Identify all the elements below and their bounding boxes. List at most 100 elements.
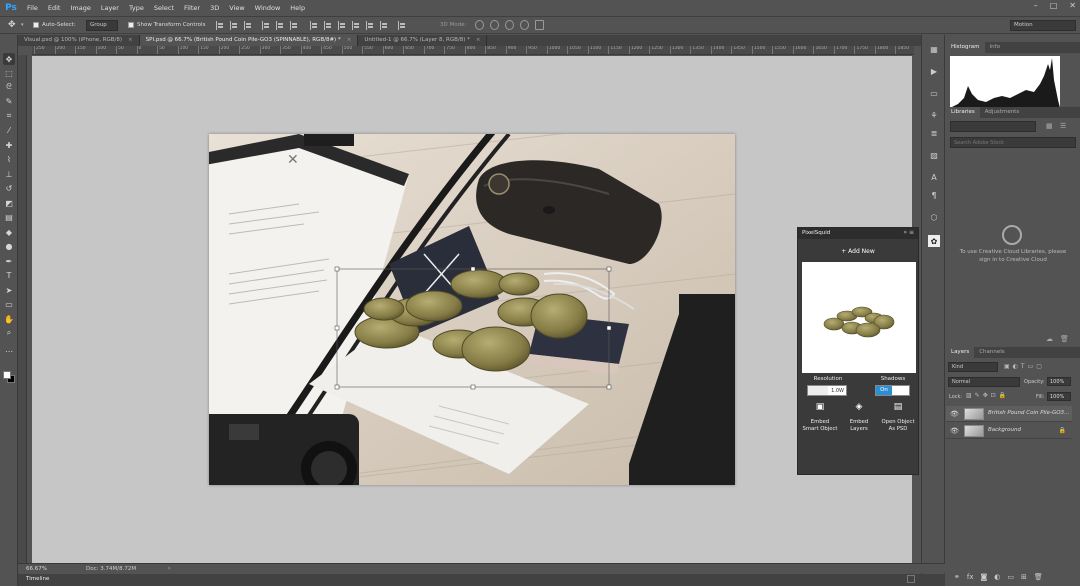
crop-tool-icon[interactable]: ⌗ (3, 110, 15, 122)
new-group-icon[interactable]: ▭ (1007, 573, 1014, 581)
delete-icon[interactable]: 🗑 (1060, 335, 1069, 343)
layer-filter-kind-dropdown[interactable]: Kind (948, 362, 998, 372)
embed-layers-button[interactable]: ◈ Embed Layers (841, 403, 877, 432)
shadows-toggle[interactable]: On (875, 385, 910, 396)
close-icon[interactable]: ✕ (1069, 1, 1076, 10)
status-menu-chevron-icon[interactable]: › (168, 565, 170, 572)
tool-preset-chevron-icon[interactable]: ▾ (21, 22, 24, 28)
tab-histogram[interactable]: Histogram (946, 42, 985, 53)
hand-tool-icon[interactable]: ✋ (3, 313, 15, 325)
adjustments-panel-icon[interactable]: ⚘ (928, 109, 940, 121)
eyedropper-tool-icon[interactable]: ⁄ (3, 124, 15, 136)
history-brush-tool-icon[interactable]: ↺ (3, 182, 15, 194)
tab-untitled[interactable]: Untitled-1 @ 66.7% (Layer 8, RGB/8) * × (358, 35, 488, 46)
align-left-icon[interactable] (262, 21, 270, 30)
menu-3d[interactable]: 3D (205, 4, 224, 12)
layer-row[interactable]: 👁 Background 🔒 (946, 423, 1072, 439)
align-bottom-icon[interactable] (244, 21, 252, 30)
link-layers-icon[interactable]: ⚭ (954, 573, 960, 581)
fill-input[interactable]: 100% (1047, 392, 1071, 401)
timeline-label[interactable]: Timeline (26, 576, 49, 582)
delete-layer-icon[interactable]: 🗑 (1034, 573, 1043, 581)
path-selection-tool-icon[interactable]: ➤ (3, 284, 15, 296)
lasso-tool-icon[interactable]: ᘓ (3, 81, 15, 93)
close-tab-icon[interactable]: × (347, 37, 352, 43)
adjustment-layer-icon[interactable]: ◐ (994, 573, 1000, 581)
dodge-tool-icon[interactable]: ● (3, 240, 15, 252)
collapse-panel-icon[interactable]: » ≡ (903, 229, 914, 236)
tab-libraries[interactable]: Libraries (946, 107, 980, 118)
tab-visual[interactable]: Visual.psd @ 100% (iPhone, RGB/8) × (18, 35, 140, 46)
marquee-tool-icon[interactable]: ⬚ (3, 67, 15, 79)
brush-tool-icon[interactable]: ⌇ (3, 153, 15, 165)
3d-orbit-icon[interactable] (475, 20, 484, 30)
foreground-color-swatch[interactable] (3, 371, 11, 379)
layer-style-icon[interactable]: fx (967, 573, 974, 581)
distribute-bottom-icon[interactable] (338, 21, 346, 30)
document-image[interactable]: ✕ (209, 134, 735, 485)
layer-row[interactable]: 👁 British Pound Coin Pile-GO3... (946, 406, 1072, 422)
close-tab-icon[interactable]: × (128, 37, 133, 43)
align-right-icon[interactable] (290, 21, 298, 30)
auto-select-checkbox[interactable] (33, 22, 39, 28)
show-transform-checkbox[interactable] (128, 22, 134, 28)
tab-channels[interactable]: Channels (974, 347, 1009, 358)
distribute-hcenter-icon[interactable] (366, 21, 374, 30)
timeline-panel-icon[interactable]: ▭ (928, 87, 940, 99)
menu-filter[interactable]: Filter (179, 4, 205, 12)
opacity-input[interactable]: 100% (1047, 377, 1071, 386)
tab-layers[interactable]: Layers (946, 347, 975, 358)
menu-layer[interactable]: Layer (96, 4, 124, 12)
distribute-right-icon[interactable] (380, 21, 388, 30)
blend-mode-dropdown[interactable]: Normal (948, 377, 1020, 387)
menu-type[interactable]: Type (124, 4, 149, 12)
shape-tool-icon[interactable]: ▭ (3, 298, 15, 310)
add-new-button[interactable]: + Add New (798, 248, 918, 255)
pen-tool-icon[interactable]: ✒ (3, 255, 15, 267)
pixelsquid-panel-icon[interactable]: ✿ (928, 235, 940, 247)
align-top-icon[interactable] (216, 21, 224, 30)
eraser-tool-icon[interactable]: ◩ (3, 197, 15, 209)
healing-brush-tool-icon[interactable]: ✚ (3, 139, 15, 151)
maximize-icon[interactable]: □ (1050, 1, 1058, 10)
move-tool-icon[interactable]: ✥ (8, 20, 16, 30)
workspace-dropdown[interactable]: Motion (1010, 20, 1076, 31)
menu-help[interactable]: Help (285, 4, 310, 12)
resolution-slider[interactable]: 1.0W (807, 385, 847, 396)
library-dropdown[interactable] (950, 121, 1036, 132)
3d-panel-icon[interactable]: ⬡ (928, 211, 940, 223)
new-layer-icon[interactable]: ⊞ (1021, 573, 1027, 581)
embed-smart-object-button[interactable]: ▣ Embed Smart Object (802, 403, 838, 432)
gradient-tool-icon[interactable]: ▤ (3, 211, 15, 223)
library-search-input[interactable]: Search Adobe Stock (950, 137, 1076, 148)
paragraph-panel-icon[interactable]: ¶ (928, 189, 940, 201)
open-object-as-psd-button[interactable]: ▤ Open Object As PSD (880, 403, 916, 432)
type-tool-icon[interactable]: T (3, 269, 15, 281)
cloud-sync-icon[interactable]: ☁ (1046, 335, 1053, 343)
zoom-tool-icon[interactable]: ⌕ (3, 327, 15, 339)
menu-select[interactable]: Select (149, 4, 179, 12)
menu-window[interactable]: Window (250, 4, 286, 12)
layer-mask-icon[interactable]: ◙ (980, 573, 987, 581)
tab-info[interactable]: Info (985, 42, 1005, 53)
minimize-icon[interactable]: – (1034, 1, 1038, 10)
move-tool-icon[interactable]: ✥ (3, 53, 15, 65)
3d-pan-icon[interactable] (505, 20, 514, 30)
actions-play-icon[interactable]: ▶ (928, 65, 940, 77)
menu-image[interactable]: Image (65, 4, 95, 12)
swatches-panel-icon[interactable]: ▨ (928, 149, 940, 161)
distribute-top-icon[interactable] (310, 21, 318, 30)
tab-spi[interactable]: SPI.psd @ 66.7% (British Pound Coin Pile… (139, 35, 359, 46)
3d-scale-icon[interactable] (535, 20, 544, 30)
zoom-level[interactable]: 66.67% (26, 566, 47, 572)
properties-panel-icon[interactable]: ≣ (928, 127, 940, 139)
3d-slide-icon[interactable] (520, 20, 529, 30)
lock-options-icons[interactable]: ▨✎✥⊡🔒 (966, 392, 1009, 399)
edit-toolbar-icon[interactable]: ⋯ (3, 345, 15, 357)
distribute-left-icon[interactable] (352, 21, 360, 30)
timeline-menu-icon[interactable] (907, 575, 915, 583)
menu-view[interactable]: View (224, 4, 249, 12)
tab-adjustments[interactable]: Adjustments (980, 107, 1024, 118)
menu-edit[interactable]: Edit (43, 4, 66, 12)
history-panel-icon[interactable]: ▦ (928, 43, 940, 55)
